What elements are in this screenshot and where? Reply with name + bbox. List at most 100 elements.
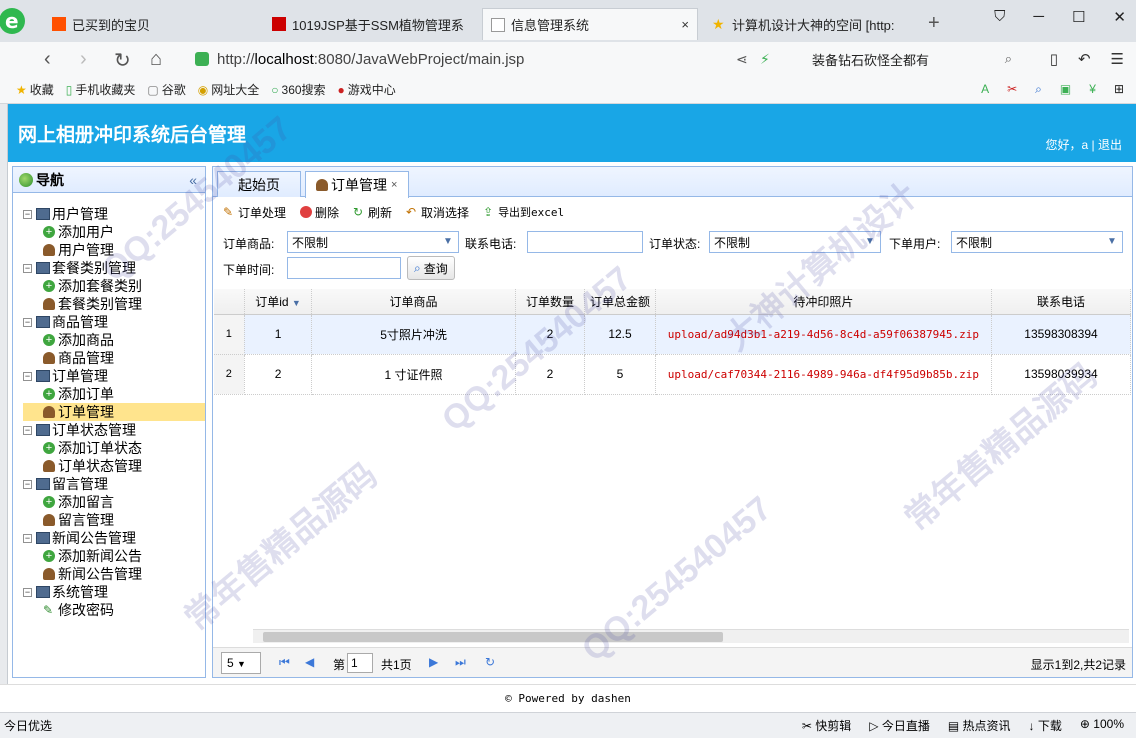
nav-group[interactable]: − 新闻公告管理 (23, 529, 205, 547)
col-order-id[interactable]: 订单id ▼ (244, 289, 313, 315)
cancel-select-button[interactable]: ↶ 取消选择 (406, 204, 469, 221)
browser-tab-ssm[interactable]: 1019JSP基于SSM植物管理系 (264, 8, 476, 40)
photo-link[interactable]: upload/ad94d3b1-a219-4d56-8c4d-a59f06387… (655, 314, 992, 355)
col-quantity[interactable]: 订单数量 (515, 289, 586, 315)
close-tab-icon[interactable]: × (671, 17, 689, 32)
minimize-icon[interactable]: ─ (1033, 8, 1044, 26)
browser-tab-active[interactable]: 信息管理系统 × (482, 8, 698, 40)
product-select[interactable]: 不限制 ▼ (287, 231, 459, 253)
nav-group[interactable]: − 订单管理 (23, 367, 205, 385)
collapse-toggle-icon[interactable]: − (23, 317, 32, 327)
order-time-input[interactable] (287, 257, 401, 279)
maximize-icon[interactable]: ☐ (1072, 8, 1085, 26)
col-phone[interactable]: 联系电话 (991, 289, 1131, 315)
refresh-button[interactable]: ↻ 刷新 (353, 204, 392, 221)
search-input[interactable]: 装备钻石砍怪全都有 ⌕ (812, 48, 1012, 70)
collapse-toggle-icon[interactable]: − (23, 263, 32, 273)
table-row[interactable]: 2 2 1 寸证件照 2 5 upload/caf70344-2116-4989… (214, 354, 1131, 395)
nav-item[interactable]: + 添加订单 (23, 385, 205, 403)
bookmark-google[interactable]: ▢ 谷歌 (147, 81, 185, 98)
col-photo[interactable]: 待冲印照片 (655, 289, 992, 315)
reload-icon[interactable]: ↻ (114, 48, 131, 73)
nav-group[interactable]: − 用户管理 (23, 205, 205, 223)
first-page-icon[interactable]: ⏮ (279, 655, 290, 670)
query-button[interactable]: ⌕ 查询 (407, 256, 455, 280)
bookmark-mobile[interactable]: ▯ 手机收藏夹 (66, 81, 136, 98)
undo-icon[interactable]: ↶ (1078, 50, 1091, 68)
nav-group[interactable]: − 商品管理 (23, 313, 205, 331)
phone-icon[interactable]: ▯ (1050, 50, 1058, 68)
col-total[interactable]: 订单总金额 (584, 289, 656, 315)
url-field[interactable]: http://localhost:8080/JavaWebProject/mai… (195, 46, 715, 72)
delete-button[interactable]: 删除 (300, 204, 339, 221)
browser-tab-space[interactable]: ★ 计算机设计大神的空间 [http: (704, 8, 916, 40)
page-number-input[interactable]: 1 (347, 653, 373, 673)
nav-item[interactable]: + 添加新闻公告 (23, 547, 205, 565)
horizontal-scrollbar[interactable] (253, 629, 1129, 643)
new-tab-button[interactable]: + (928, 12, 940, 35)
coin-icon[interactable]: ¥ (1089, 82, 1096, 97)
photo-link[interactable]: upload/caf70344-2116-4989-946a-df4f95d9b… (655, 354, 992, 395)
nav-item[interactable]: 套餐类别管理 (23, 295, 205, 313)
bookmark-games[interactable]: ● 游戏中心 (338, 81, 396, 98)
menu-icon[interactable]: ☰ (1111, 50, 1124, 68)
process-order-button[interactable]: ✎ 订单处理 (223, 204, 286, 221)
grid-icon[interactable]: ⊞ (1114, 82, 1124, 97)
zoom-icon[interactable]: ⊕ 100% (1080, 717, 1124, 734)
nav-item[interactable]: + 添加订单状态 (23, 439, 205, 457)
nav-item[interactable]: + 添加套餐类别 (23, 277, 205, 295)
nav-item[interactable]: 订单状态管理 (23, 457, 205, 475)
collapse-toggle-icon[interactable]: − (23, 371, 32, 381)
page-size-select[interactable]: 5 ▼ (221, 652, 261, 674)
share-icon[interactable]: ⋖ (736, 51, 748, 68)
nav-item[interactable]: 用户管理 (23, 241, 205, 259)
nav-group[interactable]: − 订单状态管理 (23, 421, 205, 439)
download-icon[interactable]: ↓ 下载 (1029, 717, 1062, 734)
nav-item[interactable]: 商品管理 (23, 349, 205, 367)
back-icon[interactable]: ‹ (44, 48, 51, 71)
nav-item[interactable]: + 添加留言 (23, 493, 205, 511)
tab-home[interactable]: 起始页 (217, 171, 301, 197)
forward-icon[interactable]: › (80, 48, 87, 71)
collapse-icon[interactable]: « (189, 172, 197, 188)
table-row[interactable]: 1 1 5寸照片冲洗 2 12.5 upload/ad94d3b1-a219-4… (214, 314, 1131, 355)
collapse-toggle-icon[interactable]: − (23, 209, 32, 219)
scissors-icon[interactable]: ✂ (1007, 82, 1017, 97)
collapse-toggle-icon[interactable]: − (23, 425, 32, 435)
collapse-toggle-icon[interactable]: − (23, 479, 32, 489)
nav-item[interactable]: + 添加商品 (23, 331, 205, 349)
close-tab-icon[interactable]: × (391, 179, 397, 191)
refresh-icon[interactable]: ↻ (485, 655, 495, 669)
bookmark-favorites[interactable]: ★ 收藏 (16, 81, 54, 98)
search-icon[interactable]: ⌕ (1005, 51, 1012, 67)
browser-tab-taobao[interactable]: 已买到的宝贝 (44, 8, 256, 40)
bookmark-360[interactable]: ○ 360搜索 (271, 81, 325, 98)
nav-item[interactable]: 留言管理 (23, 511, 205, 529)
phone-input[interactable] (527, 231, 643, 253)
status-select[interactable]: 不限制 ▼ (709, 231, 881, 253)
translate-icon[interactable]: A (981, 82, 989, 97)
nav-group[interactable]: − 留言管理 (23, 475, 205, 493)
scrollbar-thumb[interactable] (263, 632, 723, 642)
collapse-toggle-icon[interactable]: − (23, 587, 32, 597)
video-edit-icon[interactable]: ✂ 快剪辑 (802, 717, 851, 734)
col-product[interactable]: 订单商品 (311, 289, 516, 315)
live-icon[interactable]: ▷ 今日直播 (869, 717, 930, 734)
logout-link[interactable]: 退出 (1098, 138, 1122, 152)
magnifier-icon[interactable]: ⌕ (1035, 82, 1042, 97)
close-window-icon[interactable]: ✕ (1113, 8, 1126, 26)
nav-item[interactable]: ✎ 修改密码 (23, 601, 205, 619)
nav-group[interactable]: − 系统管理 (23, 583, 205, 601)
user-select[interactable]: 不限制 ▼ (951, 231, 1123, 253)
nav-group[interactable]: − 套餐类别管理 (23, 259, 205, 277)
lightning-icon[interactable]: ⚡ (760, 51, 770, 68)
bookmark-directory[interactable]: ◉ 网址大全 (198, 81, 260, 98)
next-page-icon[interactable]: ▶ (429, 655, 438, 669)
prev-page-icon[interactable]: ◀ (305, 655, 314, 669)
export-excel-button[interactable]: ⇪ 导出到excel (483, 204, 564, 220)
nav-item[interactable]: + 添加用户 (23, 223, 205, 241)
nav-item[interactable]: 订单管理 (23, 403, 205, 421)
shirt-icon[interactable]: ⛉ (994, 8, 1005, 26)
last-page-icon[interactable]: ⏭ (455, 655, 466, 670)
gamepad-icon[interactable]: ▣ (1060, 82, 1071, 97)
